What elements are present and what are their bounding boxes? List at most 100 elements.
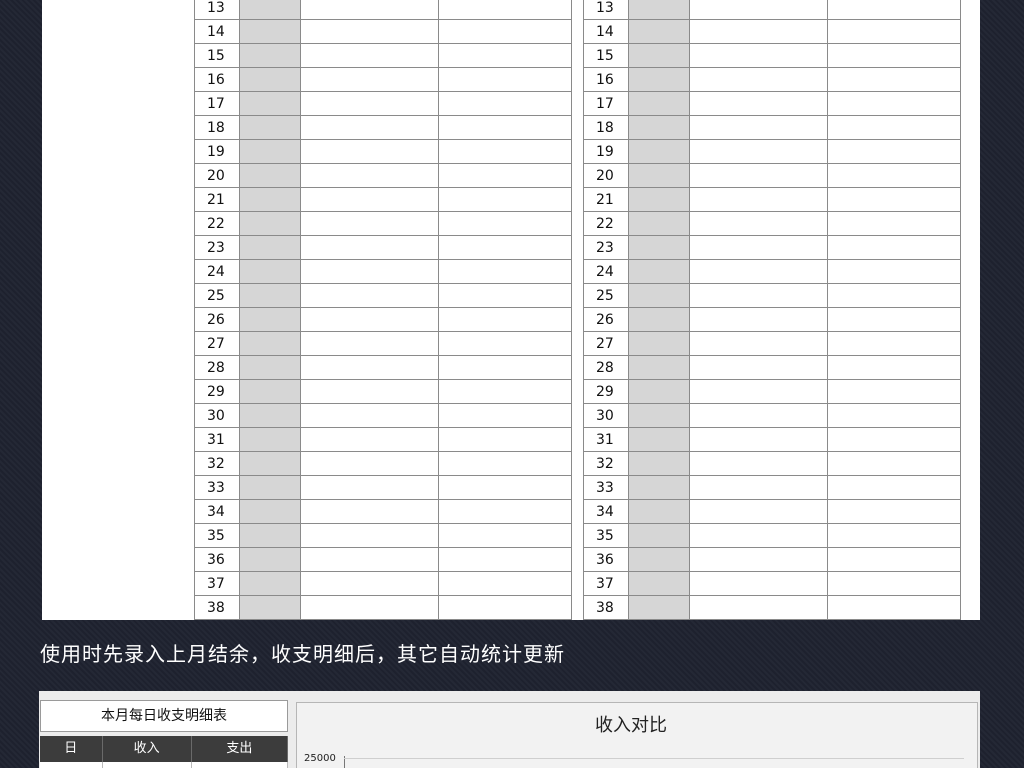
entry-cell[interactable] — [689, 19, 828, 44]
row-number-cell[interactable]: 32 — [583, 451, 629, 476]
entry-cell[interactable] — [300, 427, 439, 452]
shaded-cell[interactable] — [628, 67, 690, 92]
entry-cell[interactable] — [300, 43, 439, 68]
row-number-cell[interactable]: 31 — [583, 427, 629, 452]
entry-cell[interactable] — [689, 547, 828, 572]
entry-cell[interactable] — [438, 91, 572, 116]
entry-cell[interactable] — [689, 211, 828, 236]
row-number-cell[interactable]: 26 — [194, 307, 240, 332]
entry-cell[interactable] — [300, 19, 439, 44]
shaded-cell[interactable] — [239, 163, 301, 188]
row-number-cell[interactable]: 13 — [583, 0, 629, 20]
shaded-cell[interactable] — [628, 499, 690, 524]
row-number-cell[interactable]: 27 — [194, 331, 240, 356]
shaded-cell[interactable] — [628, 403, 690, 428]
entry-cell[interactable] — [300, 331, 439, 356]
entry-cell[interactable] — [300, 283, 439, 308]
entry-cell[interactable] — [827, 67, 961, 92]
entry-cell[interactable] — [438, 139, 572, 164]
entry-cell[interactable] — [689, 451, 828, 476]
row-number-cell[interactable]: 19 — [583, 139, 629, 164]
entry-cell[interactable] — [438, 259, 572, 284]
shaded-cell[interactable] — [239, 259, 301, 284]
shaded-cell[interactable] — [239, 91, 301, 116]
shaded-cell[interactable] — [628, 211, 690, 236]
entry-cell[interactable] — [689, 307, 828, 332]
shaded-cell[interactable] — [239, 283, 301, 308]
entry-cell[interactable] — [438, 571, 572, 596]
entry-cell[interactable] — [827, 331, 961, 356]
entry-cell[interactable] — [689, 115, 828, 140]
entry-cell[interactable] — [438, 355, 572, 380]
entry-cell[interactable] — [689, 163, 828, 188]
entry-cell[interactable] — [689, 67, 828, 92]
entry-cell[interactable] — [827, 379, 961, 404]
row-number-cell[interactable]: 15 — [583, 43, 629, 68]
row-number-cell[interactable]: 32 — [194, 451, 240, 476]
entry-cell[interactable] — [438, 331, 572, 356]
shaded-cell[interactable] — [239, 523, 301, 548]
entry-cell[interactable] — [827, 427, 961, 452]
shaded-cell[interactable] — [628, 163, 690, 188]
row-number-cell[interactable]: 38 — [194, 595, 240, 620]
entry-cell[interactable] — [827, 163, 961, 188]
row-number-cell[interactable]: 13 — [194, 0, 240, 20]
entry-cell[interactable] — [827, 283, 961, 308]
entry-cell[interactable] — [689, 499, 828, 524]
entry-cell[interactable] — [827, 139, 961, 164]
shaded-cell[interactable] — [239, 307, 301, 332]
entry-cell[interactable] — [438, 499, 572, 524]
row-number-cell[interactable]: 18 — [583, 115, 629, 140]
entry-cell[interactable] — [827, 547, 961, 572]
shaded-cell[interactable] — [628, 259, 690, 284]
entry-cell[interactable] — [689, 571, 828, 596]
entry-cell[interactable] — [689, 427, 828, 452]
shaded-cell[interactable] — [628, 379, 690, 404]
row-number-cell[interactable]: 25 — [194, 283, 240, 308]
entry-cell[interactable] — [827, 307, 961, 332]
row-number-cell[interactable]: 14 — [194, 19, 240, 44]
shaded-cell[interactable] — [628, 547, 690, 572]
entry-cell[interactable] — [300, 91, 439, 116]
row-number-cell[interactable]: 34 — [583, 499, 629, 524]
entry-cell[interactable] — [689, 595, 828, 620]
row-number-cell[interactable]: 37 — [583, 571, 629, 596]
shaded-cell[interactable] — [239, 0, 301, 20]
entry-cell[interactable] — [438, 547, 572, 572]
shaded-cell[interactable] — [628, 595, 690, 620]
row-number-cell[interactable]: 25 — [583, 283, 629, 308]
shaded-cell[interactable] — [239, 427, 301, 452]
shaded-cell[interactable] — [628, 427, 690, 452]
row-number-cell[interactable]: 23 — [583, 235, 629, 260]
shaded-cell[interactable] — [239, 451, 301, 476]
entry-cell[interactable] — [300, 523, 439, 548]
row-number-cell[interactable]: 29 — [583, 379, 629, 404]
row-number-cell[interactable]: 21 — [583, 187, 629, 212]
entry-cell[interactable] — [438, 523, 572, 548]
shaded-cell[interactable] — [239, 43, 301, 68]
row-number-cell[interactable]: 38 — [583, 595, 629, 620]
shaded-cell[interactable] — [628, 571, 690, 596]
shaded-cell[interactable] — [239, 547, 301, 572]
entry-cell[interactable] — [689, 283, 828, 308]
row-number-cell[interactable]: 20 — [583, 163, 629, 188]
shaded-cell[interactable] — [628, 331, 690, 356]
shaded-cell[interactable] — [239, 379, 301, 404]
shaded-cell[interactable] — [628, 19, 690, 44]
entry-cell[interactable] — [300, 571, 439, 596]
shaded-cell[interactable] — [239, 19, 301, 44]
entry-cell[interactable] — [438, 235, 572, 260]
entry-cell[interactable] — [689, 0, 828, 20]
entry-cell[interactable] — [827, 0, 961, 20]
entry-cell[interactable] — [827, 523, 961, 548]
row-number-cell[interactable]: 27 — [583, 331, 629, 356]
entry-cell[interactable] — [300, 403, 439, 428]
entry-cell[interactable] — [300, 307, 439, 332]
shaded-cell[interactable] — [239, 595, 301, 620]
entry-cell[interactable] — [438, 307, 572, 332]
row-number-cell[interactable]: 18 — [194, 115, 240, 140]
entry-cell[interactable] — [438, 595, 572, 620]
row-number-cell[interactable]: 35 — [194, 523, 240, 548]
row-number-cell[interactable]: 19 — [194, 139, 240, 164]
shaded-cell[interactable] — [239, 187, 301, 212]
